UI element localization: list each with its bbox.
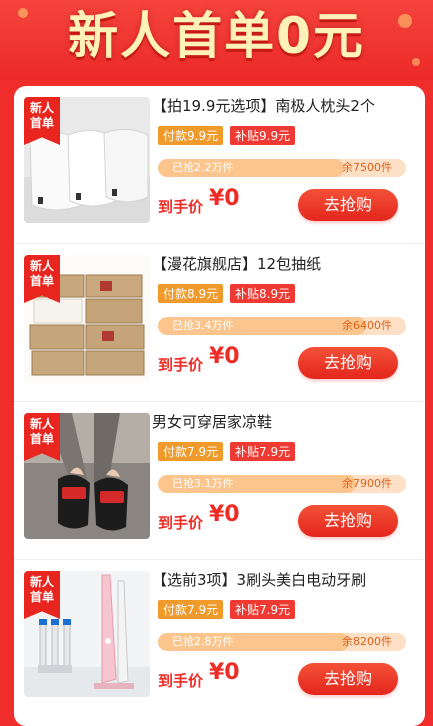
grab-button[interactable]: 去抢购 xyxy=(298,347,398,379)
remaining-count: 余8200件 xyxy=(342,635,392,648)
price-label: 到手价 xyxy=(158,198,204,216)
pay-tag: 付款9.9元 xyxy=(158,126,224,145)
pillow-image[interactable]: 新人 首单 xyxy=(24,97,150,223)
sales-progress-bar: 已抢2.8万件 余8200件 xyxy=(158,633,406,651)
remaining-count: 余7900件 xyxy=(342,477,392,490)
grab-button[interactable]: 去抢购 xyxy=(298,663,398,695)
remaining-count: 余6400件 xyxy=(342,319,392,332)
sales-progress-bar: 已抢2.2万件 余7500件 xyxy=(158,159,406,177)
product-title[interactable]: 【选前3项】3刷头美白电动牙刷 xyxy=(152,569,422,591)
promo-banner: 新人首单0元 xyxy=(0,0,433,80)
sales-progress-bar: 已抢3.4万件 余6400件 xyxy=(158,317,406,335)
subsidy-tag: 补贴7.9元 xyxy=(230,600,296,619)
final-price: ¥0 xyxy=(209,502,240,527)
sales-progress-bar: 已抢3.1万件 余7900件 xyxy=(158,475,406,493)
price-label: 到手价 xyxy=(158,672,204,690)
subsidy-tag: 补贴7.9元 xyxy=(230,442,296,461)
sold-count: 已抢2.8万件 xyxy=(172,635,234,648)
pay-tag: 付款8.9元 xyxy=(158,284,224,303)
pay-tag: 付款7.9元 xyxy=(158,442,224,461)
product-card[interactable]: 新人 首单 【漫花旗舰店】12包抽纸 付款8.9元 补贴8.9元 已抢3.4万件 … xyxy=(14,244,425,402)
product-title[interactable]: 【漫花旗舰店】12包抽纸 xyxy=(152,253,422,275)
product-card[interactable]: 新人 首单 【选前3项】3刷头美白电动牙刷 付款7.9元 补贴7.9元 已抢2.8… xyxy=(14,560,425,718)
product-list: 新人 首单 【拍19.9元选项】南极人枕头2个 付款9.9元 补贴9.9元 已抢2… xyxy=(14,86,425,726)
product-title[interactable]: 男女可穿居家凉鞋 xyxy=(152,411,422,433)
price-label: 到手价 xyxy=(158,514,204,532)
banner-title: 新人首单0元 xyxy=(68,7,365,65)
sold-count: 已抢3.4万件 xyxy=(172,319,234,332)
product-title[interactable]: 【拍19.9元选项】南极人枕头2个 xyxy=(152,95,422,117)
sold-count: 已抢2.2万件 xyxy=(172,161,234,174)
subsidy-tag: 补贴9.9元 xyxy=(230,126,296,145)
product-card[interactable]: 新人 首单 男女可穿居家凉鞋 付款7.9元 补贴7.9元 已抢3.1万件 余790… xyxy=(14,402,425,560)
product-card[interactable]: 新人 首单 【拍19.9元选项】南极人枕头2个 付款9.9元 补贴9.9元 已抢2… xyxy=(14,86,425,244)
grab-button[interactable]: 去抢购 xyxy=(298,505,398,537)
sold-count: 已抢3.1万件 xyxy=(172,477,234,490)
grab-button[interactable]: 去抢购 xyxy=(298,189,398,221)
tissue-image[interactable]: 新人 首单 xyxy=(24,255,150,381)
price-label: 到手价 xyxy=(158,356,204,374)
remaining-count: 余7500件 xyxy=(342,161,392,174)
subsidy-tag: 补贴8.9元 xyxy=(230,284,296,303)
final-price: ¥0 xyxy=(209,660,240,685)
pay-tag: 付款7.9元 xyxy=(158,600,224,619)
toothbrush-image[interactable]: 新人 首单 xyxy=(24,571,150,697)
final-price: ¥0 xyxy=(209,344,240,369)
final-price: ¥0 xyxy=(209,186,240,211)
sandal-image[interactable]: 新人 首单 xyxy=(24,413,150,539)
